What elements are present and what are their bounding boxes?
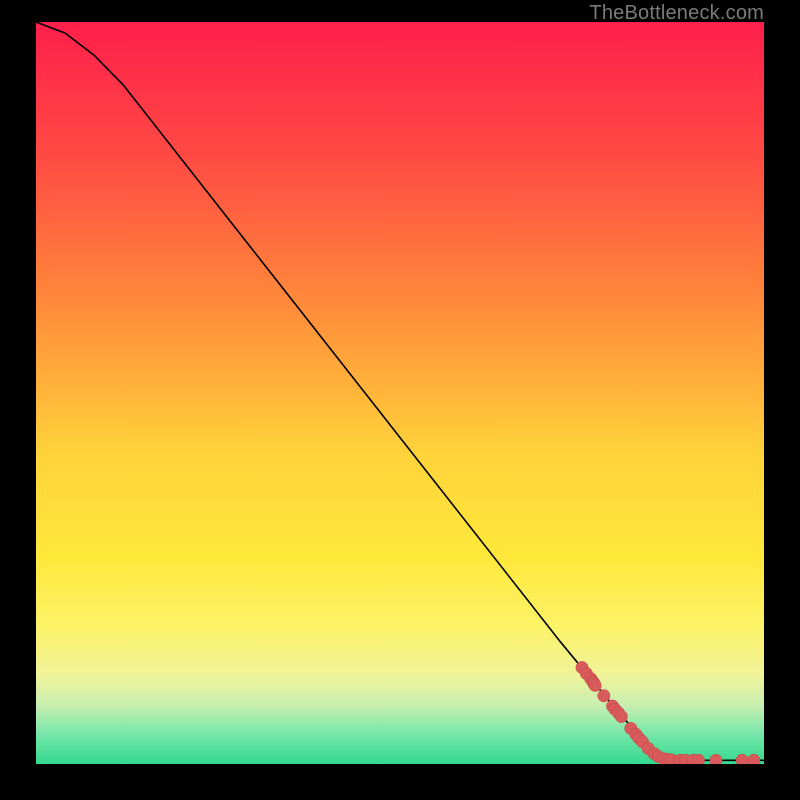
- chart-frame: TheBottleneck.com: [0, 0, 800, 800]
- data-point: [748, 754, 760, 764]
- data-point: [615, 710, 627, 722]
- data-point: [736, 754, 748, 764]
- watermark-text: TheBottleneck.com: [589, 2, 764, 25]
- data-point: [710, 754, 722, 764]
- chart-svg: [36, 22, 764, 764]
- data-point: [589, 679, 601, 691]
- bottleneck-curve: [36, 22, 764, 760]
- data-points: [576, 661, 760, 764]
- data-point: [692, 754, 704, 764]
- data-point: [598, 690, 610, 702]
- plot-area: [36, 22, 764, 764]
